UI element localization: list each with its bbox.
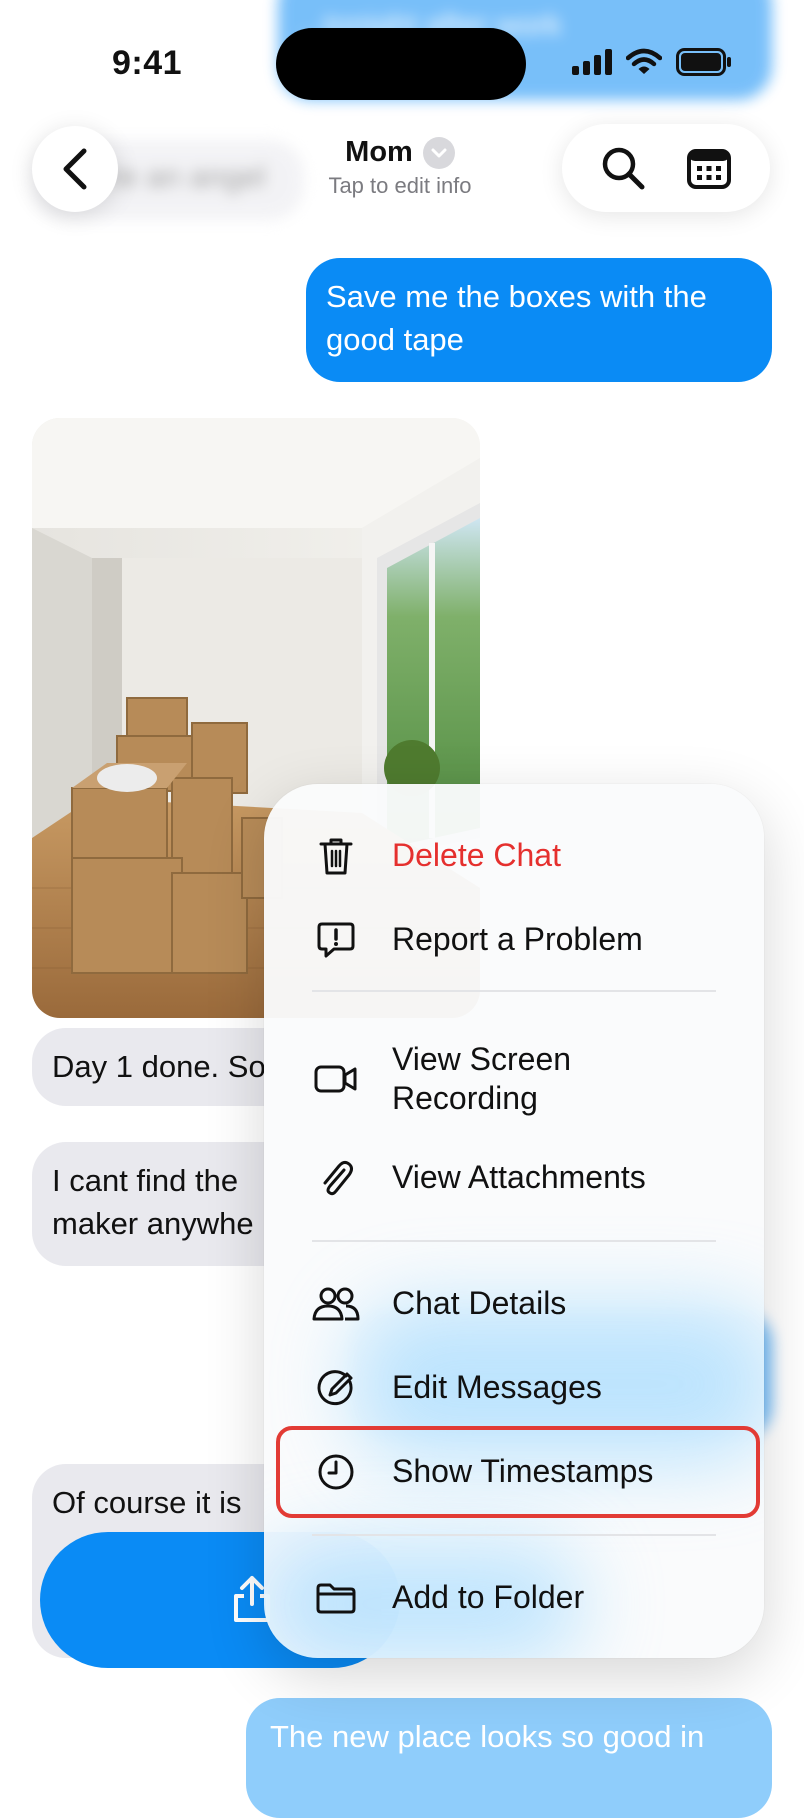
menu-item-label: Delete Chat bbox=[392, 837, 561, 874]
message-text: Save me the boxes with the good tape bbox=[326, 279, 707, 357]
battery-icon bbox=[676, 48, 731, 76]
menu-divider bbox=[312, 990, 716, 992]
status-icons bbox=[572, 48, 732, 76]
message-bubble-outgoing[interactable]: The new place looks so good in bbox=[246, 1698, 772, 1818]
cellular-signal-icon bbox=[572, 49, 612, 75]
message-text: Of course it is bbox=[52, 1485, 242, 1520]
menu-divider bbox=[312, 1240, 716, 1242]
highlight-box bbox=[276, 1426, 760, 1518]
search-icon[interactable] bbox=[600, 145, 646, 191]
contact-header[interactable]: Mom Tap to edit info bbox=[300, 136, 500, 199]
message-bubble-outgoing[interactable]: Save me the boxes with the good tape bbox=[306, 258, 772, 382]
menu-item-add-to-folder[interactable]: Add to Folder bbox=[264, 1562, 764, 1634]
video-camera-icon bbox=[312, 1055, 360, 1103]
menu-item-label: Add to Folder bbox=[392, 1579, 585, 1616]
edit-circle-icon bbox=[312, 1364, 360, 1412]
message-text: The new place looks so good in bbox=[270, 1719, 705, 1754]
menu-item-view-screen-recording[interactable]: View Screen Recording bbox=[264, 1034, 764, 1124]
menu-item-delete-chat[interactable]: Delete Chat bbox=[264, 820, 764, 892]
menu-item-label: View Screen Recording bbox=[392, 1040, 572, 1116]
back-button[interactable] bbox=[32, 126, 118, 212]
menu-item-chat-details[interactable]: Chat Details bbox=[264, 1268, 764, 1340]
chevron-left-icon bbox=[63, 148, 87, 190]
folder-icon bbox=[312, 1574, 360, 1622]
status-time: 9:41 bbox=[112, 44, 183, 82]
message-text: Day 1 done. So bbox=[52, 1049, 266, 1084]
menu-item-view-attachments[interactable]: View Attachments bbox=[264, 1142, 764, 1214]
dynamic-island bbox=[276, 28, 526, 100]
menu-item-label: Report a Problem bbox=[392, 921, 643, 958]
wifi-icon bbox=[626, 48, 662, 74]
header-actions bbox=[562, 124, 770, 212]
menu-divider bbox=[312, 1534, 716, 1536]
menu-item-edit-messages[interactable]: Edit Messages bbox=[264, 1352, 764, 1424]
report-bubble-icon bbox=[312, 916, 360, 964]
calendar-icon[interactable] bbox=[686, 146, 732, 190]
contact-name: Mom bbox=[345, 136, 413, 168]
paperclip-icon bbox=[312, 1154, 360, 1202]
trash-icon bbox=[312, 832, 360, 880]
chat-context-menu: Delete Chat Report a Problem View Screen… bbox=[264, 784, 764, 1658]
people-icon bbox=[312, 1280, 360, 1328]
menu-item-label: Chat Details bbox=[392, 1285, 567, 1322]
menu-item-report-problem[interactable]: Report a Problem bbox=[264, 904, 764, 976]
menu-item-label: View Attachments bbox=[392, 1159, 646, 1196]
contact-subtitle: Tap to edit info bbox=[328, 173, 472, 198]
chevron-down-icon bbox=[422, 136, 455, 169]
menu-item-label: Edit Messages bbox=[392, 1369, 602, 1406]
